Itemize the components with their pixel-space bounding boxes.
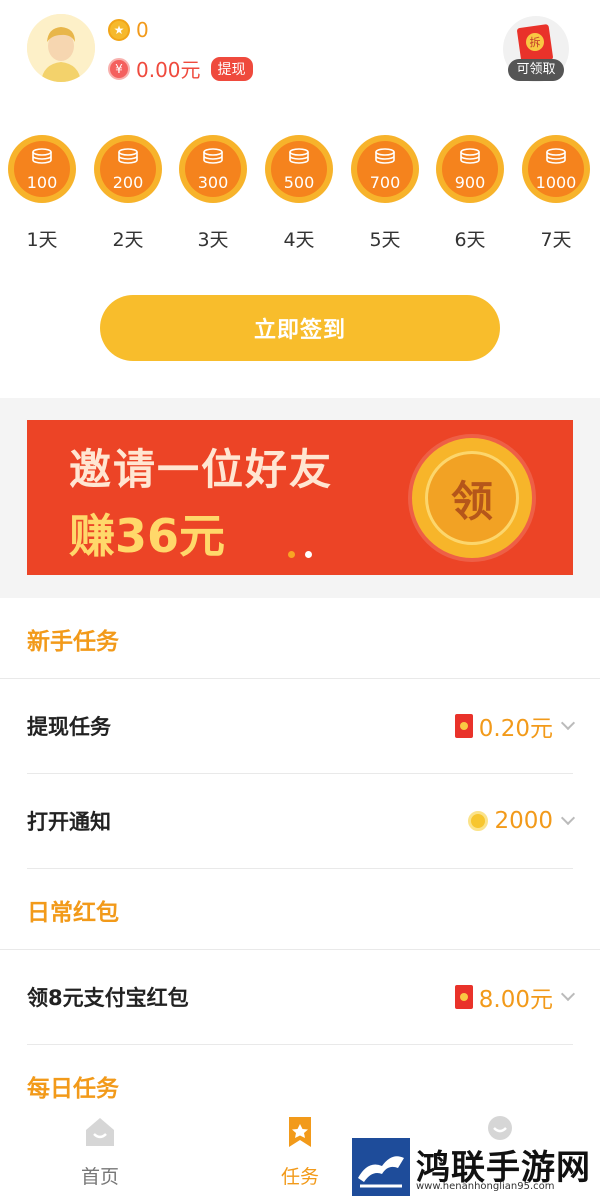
signin-amount: 500 xyxy=(283,173,315,192)
banner-area: 邀请一位好友 赚36元 领 xyxy=(0,398,600,598)
section-title-daily-redpack: 日常红包 xyxy=(27,900,119,926)
signin-day-label: 4天 xyxy=(283,229,315,251)
site-watermark: 鸿联手游网 www.henanhonglian95.com xyxy=(352,1138,594,1196)
signin-amount: 200 xyxy=(112,173,144,192)
nav-task[interactable]: 任务 xyxy=(240,1110,360,1189)
invite-banner[interactable]: 邀请一位好友 赚36元 领 xyxy=(27,420,573,575)
red-envelope-icon: 拆 xyxy=(517,24,553,64)
banner-reward: 赚36元 xyxy=(69,509,226,563)
cash-amount: 0.00元 xyxy=(136,58,201,82)
signin-day-label: 3天 xyxy=(197,229,229,251)
task-row[interactable]: 打开通知 2000 xyxy=(27,774,576,868)
banner-headline: 邀请一位好友 xyxy=(69,445,334,494)
task-reward-amount: 8.00元 xyxy=(478,987,553,1013)
nav-task-label: 任务 xyxy=(280,1166,319,1188)
divider xyxy=(27,868,573,869)
task-reward: 8.00元 xyxy=(454,980,576,1014)
task-bookmark-icon xyxy=(289,1117,311,1147)
signin-day[interactable]: 300 3天 xyxy=(178,135,248,252)
watermark-logo-icon xyxy=(352,1138,410,1196)
signin-amount: 1000 xyxy=(535,173,577,192)
signin-amount: 100 xyxy=(26,173,58,192)
signin-day-label: 6天 xyxy=(454,229,486,251)
section-title-newbie: 新手任务 xyxy=(27,629,119,655)
signin-coin-icon: 300 xyxy=(179,135,247,203)
section-title-daily-tasks: 每日任务 xyxy=(27,1076,119,1102)
chevron-down-icon[interactable] xyxy=(560,810,576,826)
coin-balance: ★ 0 xyxy=(108,18,149,42)
coin-icon: ★ xyxy=(108,19,130,41)
divider xyxy=(27,1044,573,1045)
signin-amount: 700 xyxy=(369,173,401,192)
signin-button[interactable]: 立即签到 xyxy=(100,295,500,361)
signin-coin-icon: 1000 xyxy=(522,135,590,203)
signin-day-label: 2天 xyxy=(112,229,144,251)
signin-day-label: 7天 xyxy=(540,229,572,251)
signin-day[interactable]: 900 6天 xyxy=(435,135,505,252)
signin-coin-icon: 100 xyxy=(8,135,76,203)
withdraw-button[interactable]: 提现 xyxy=(210,56,253,81)
chevron-down-icon[interactable] xyxy=(560,986,576,1002)
task-row[interactable]: 提现任务 0.20元 xyxy=(27,679,576,773)
signin-coin-icon: 900 xyxy=(436,135,504,203)
signin-coin-icon: 200 xyxy=(94,135,162,203)
cash-balance: ¥ 0.00元 提现 xyxy=(108,54,253,83)
gold-coin-icon xyxy=(468,811,489,831)
chevron-down-icon[interactable] xyxy=(560,715,576,731)
signin-day[interactable]: 200 2天 xyxy=(93,135,163,252)
task-name: 领8元支付宝红包 xyxy=(27,986,189,1010)
task-row[interactable]: 领8元支付宝红包 8.00元 xyxy=(27,950,576,1044)
signin-day-label: 5天 xyxy=(369,229,401,251)
signin-day[interactable]: 100 1天 xyxy=(7,135,77,252)
task-reward-amount: 0.20元 xyxy=(478,716,553,742)
task-name: 提现任务 xyxy=(27,715,111,739)
task-reward-amount: 2000 xyxy=(494,808,553,834)
task-reward: 0.20元 xyxy=(454,709,576,743)
signin-day-label: 1天 xyxy=(26,229,58,251)
nav-home-label: 首页 xyxy=(80,1166,119,1188)
signin-day[interactable]: 1000 7天 xyxy=(521,135,591,252)
carousel-dots xyxy=(288,551,322,558)
user-header: ★ 0 ¥ 0.00元 提现 拆 可领取 xyxy=(0,0,600,100)
red-packet-icon xyxy=(454,985,473,1009)
avatar-illustration-icon xyxy=(27,14,95,82)
task-name: 打开通知 xyxy=(27,810,111,834)
signin-coin-icon: 700 xyxy=(351,135,419,203)
carousel-dot[interactable] xyxy=(288,551,295,558)
coin-count: 0 xyxy=(136,18,149,42)
watermark-url: www.henanhonglian95.com xyxy=(416,1181,555,1192)
signin-coin-icon: 500 xyxy=(265,135,333,203)
carousel-dot[interactable] xyxy=(305,551,312,558)
claim-coin-icon[interactable]: 领 xyxy=(412,438,532,558)
signin-amount: 300 xyxy=(197,173,229,192)
nav-home[interactable]: 首页 xyxy=(40,1110,160,1189)
claimable-label[interactable]: 可领取 xyxy=(508,59,564,81)
svg-text:拆: 拆 xyxy=(530,35,541,49)
signin-day[interactable]: 500 4天 xyxy=(264,135,334,252)
user-avatar[interactable] xyxy=(27,14,95,82)
signin-day[interactable]: 700 5天 xyxy=(350,135,420,252)
signin-calendar: 100 1天 200 2天 300 3天 500 4天 700 5天 900 6… xyxy=(0,135,600,265)
yuan-icon: ¥ xyxy=(108,57,130,80)
task-reward: 2000 xyxy=(468,808,576,834)
red-packet-icon xyxy=(454,714,473,738)
signin-amount: 900 xyxy=(454,173,486,192)
home-icon xyxy=(86,1118,114,1146)
claim-label: 领 xyxy=(450,476,493,526)
